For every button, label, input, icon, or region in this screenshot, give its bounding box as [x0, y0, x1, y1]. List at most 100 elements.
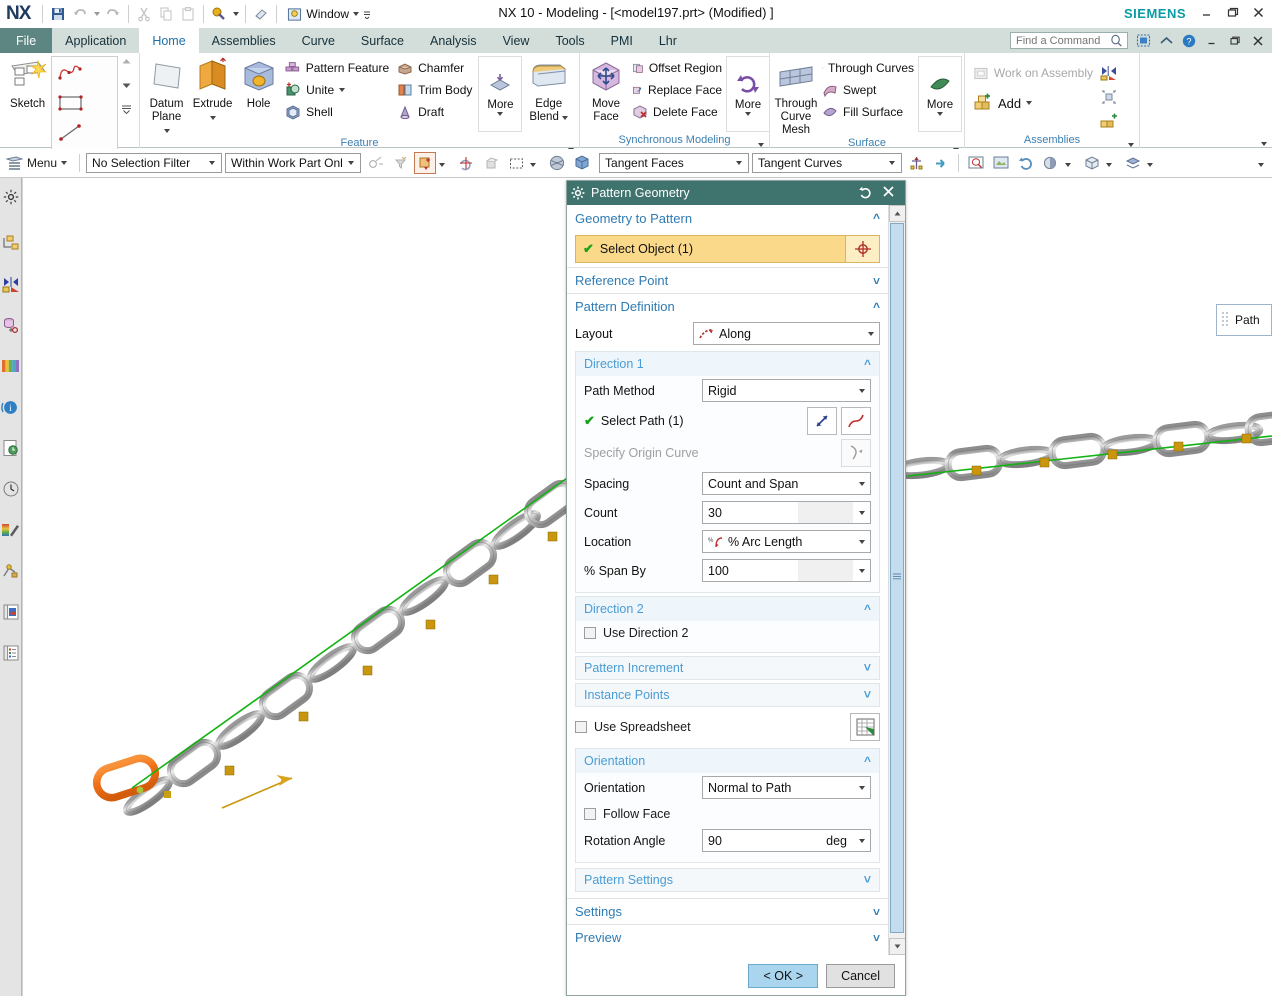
sketch-line-icon[interactable]	[54, 117, 88, 146]
tab-home[interactable]: Home	[139, 28, 199, 53]
tab-lhr[interactable]: Lhr	[646, 28, 690, 53]
sketch-spline-icon[interactable]	[54, 59, 88, 88]
count-input[interactable]: 30	[702, 501, 871, 524]
subsection-pattern-increment[interactable]: Pattern Increment ˅	[575, 656, 880, 680]
hole-button[interactable]: Hole	[236, 56, 281, 111]
scroll-down-button[interactable]	[889, 938, 905, 955]
close-button[interactable]	[1250, 4, 1266, 20]
find-command-box[interactable]	[1010, 32, 1128, 49]
work-on-assembly-button[interactable]: Work on Assembly	[969, 62, 1097, 84]
through-curves-button[interactable]: Through Curves	[818, 57, 918, 79]
chevron-down-icon[interactable]	[853, 380, 870, 401]
collapse-ribbon-icon[interactable]	[1158, 33, 1174, 49]
pattern-geometry-dialog[interactable]: Pattern Geometry Geometry to Pattern ^ ✔	[566, 180, 906, 996]
window-menu-button[interactable]: Window	[281, 3, 377, 25]
selection-filter-combo[interactable]: No Selection Filter	[86, 153, 223, 173]
refresh-icon[interactable]	[1015, 152, 1037, 174]
chevron-down-icon[interactable]	[731, 154, 746, 172]
section-pattern-definition[interactable]: Pattern Definition ^	[567, 293, 888, 319]
minimize-doc-button[interactable]	[1204, 33, 1220, 49]
chevron-down-icon[interactable]: ˅	[864, 873, 871, 887]
tab-tools[interactable]: Tools	[542, 28, 597, 53]
select-face-icon[interactable]	[455, 152, 477, 174]
chevron-down-icon[interactable]	[853, 560, 870, 581]
full-screen-icon[interactable]	[1135, 33, 1151, 49]
restore-doc-button[interactable]	[1227, 33, 1243, 49]
ribbon-overflow-caret[interactable]	[1261, 137, 1267, 149]
snap-point-icon[interactable]	[364, 152, 386, 174]
tab-file[interactable]: File	[0, 28, 53, 53]
offset-region-button[interactable]: Offset Region	[628, 57, 726, 79]
datum-plane-button[interactable]: Datum Plane	[144, 56, 189, 137]
sidebar-item-assembly-navigator[interactable]	[1, 186, 21, 208]
direction-1-header[interactable]: Direction 1 ^	[576, 352, 879, 376]
origin-curve-button[interactable]	[841, 439, 871, 467]
subsection-instance-points[interactable]: Instance Points ˅	[575, 683, 880, 707]
chevron-down-icon[interactable]	[853, 473, 870, 494]
pattern-component-icon[interactable]	[1097, 62, 1121, 84]
reverse-direction-button[interactable]	[807, 407, 837, 435]
chevron-up-icon[interactable]: ^	[864, 602, 871, 616]
pattern-feature-button[interactable]: Pattern Feature	[281, 57, 393, 79]
tab-application[interactable]: Application	[52, 28, 139, 53]
select-object-row[interactable]: ✔ Select Object (1)	[575, 235, 880, 263]
chevron-down-icon[interactable]	[343, 154, 358, 172]
trim-body-button[interactable]: Trim Body	[393, 79, 478, 101]
sketch-gallery-scroll[interactable]	[118, 56, 135, 114]
copy-icon[interactable]	[155, 3, 177, 25]
sidebar-item-hd3d-tools[interactable]	[1, 355, 21, 377]
chevron-down-icon[interactable]	[853, 830, 870, 851]
chevron-down-icon[interactable]	[853, 502, 870, 523]
display-dropdown-caret[interactable]	[230, 3, 241, 25]
help-icon[interactable]: ?	[1181, 33, 1197, 49]
tab-curve[interactable]: Curve	[289, 28, 348, 53]
cancel-button[interactable]: Cancel	[826, 963, 895, 988]
close-doc-button[interactable]	[1250, 33, 1266, 49]
sidebar-item-system-materials[interactable]	[1, 478, 21, 500]
tangent-faces-combo[interactable]: Tangent Faces	[599, 153, 750, 173]
add-component-button[interactable]: Add	[969, 90, 1097, 116]
fill-surface-button[interactable]: Fill Surface	[818, 101, 918, 123]
sidebar-item-web-browser[interactable]: i	[1, 396, 21, 418]
zoom-window-icon[interactable]	[965, 152, 987, 174]
chevron-down-icon[interactable]: ˅	[864, 661, 871, 675]
replace-face-button[interactable]: Replace Face	[628, 79, 726, 101]
curve-rule-button[interactable]	[841, 407, 871, 435]
dialog-scrollbar[interactable]	[888, 205, 905, 955]
chevron-down-icon[interactable]	[884, 154, 899, 172]
rotation-angle-input[interactable]: 90 deg	[702, 829, 871, 852]
save-icon[interactable]	[47, 3, 69, 25]
chevron-down-icon[interactable]	[204, 154, 219, 172]
reset-icon[interactable]	[859, 185, 873, 202]
up-one-level-icon[interactable]	[905, 152, 927, 174]
rectangle-select-caret[interactable]	[530, 156, 543, 170]
chevron-down-icon[interactable]: ˅	[873, 931, 880, 945]
draft-button[interactable]: Draft	[393, 101, 478, 123]
use-spreadsheet-checkbox[interactable]	[575, 721, 587, 733]
span-by-input[interactable]: 100	[702, 559, 871, 582]
forward-icon[interactable]	[930, 152, 952, 174]
view-orient-caret[interactable]	[1106, 156, 1119, 170]
layer-caret[interactable]	[1147, 156, 1160, 170]
sidebar-item-roles[interactable]	[1, 560, 21, 582]
use-direction-2-row[interactable]: Use Direction 2	[576, 621, 879, 645]
follow-face-row[interactable]: Follow Face	[576, 802, 879, 826]
view-orient-icon[interactable]	[1081, 152, 1103, 174]
snap-filter-icon[interactable]	[389, 152, 411, 174]
select-general-icon[interactable]	[414, 152, 437, 174]
tab-pmi[interactable]: PMI	[598, 28, 646, 53]
path-method-combo[interactable]: Rigid	[702, 379, 871, 402]
layout-combo[interactable]: Along	[693, 322, 880, 345]
new-parent-icon[interactable]	[1097, 110, 1121, 132]
chevron-up-icon[interactable]: ^	[873, 211, 880, 225]
tab-view[interactable]: View	[490, 28, 543, 53]
solid-body-icon[interactable]	[571, 152, 593, 174]
chevron-up-icon[interactable]: ^	[873, 300, 880, 314]
mirror-assembly-icon[interactable]	[1097, 86, 1121, 108]
path-label-tag[interactable]: Path	[1216, 304, 1272, 336]
use-direction-2-checkbox[interactable]	[584, 627, 596, 639]
select-feature-icon[interactable]	[480, 152, 502, 174]
redo-icon[interactable]	[102, 3, 124, 25]
sketch-button[interactable]: Sketch	[4, 56, 51, 111]
section-geometry-to-pattern[interactable]: Geometry to Pattern ^	[567, 205, 888, 231]
